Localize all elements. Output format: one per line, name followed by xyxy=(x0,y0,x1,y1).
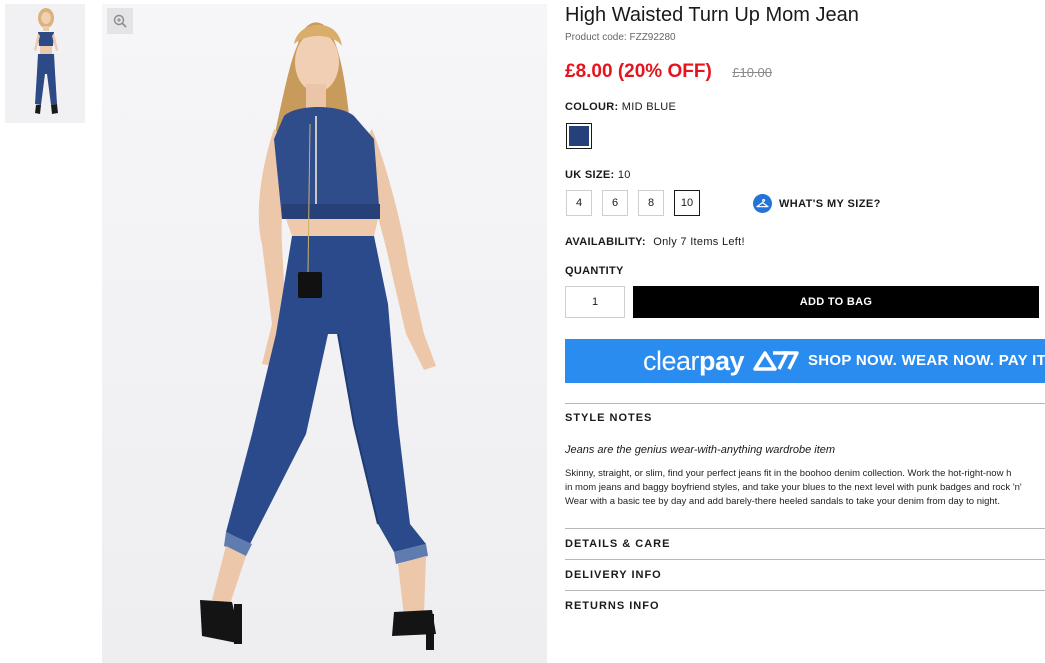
quantity-label-text: QUANTITY xyxy=(565,265,624,277)
availability-value: Only 7 Items Left! xyxy=(653,236,745,248)
colour-label: COLOUR: xyxy=(565,101,619,113)
size-line: UK SIZE: 10 xyxy=(565,169,631,181)
quantity-label: QUANTITY xyxy=(565,265,624,277)
divider xyxy=(565,590,1045,591)
product-info-panel: High Waisted Turn Up Mom Jean Product co… xyxy=(565,0,1045,663)
style-notes-line: Skinny, straight, or slim, find your per… xyxy=(565,468,1012,479)
product-title: High Waisted Turn Up Mom Jean xyxy=(565,4,859,26)
colour-value: MID BLUE xyxy=(621,101,677,113)
details-care-accordion[interactable]: DETAILS & CARE xyxy=(565,538,670,550)
sale-price: £8.00 (20% OFF) xyxy=(565,61,712,82)
style-notes-body: Skinny, straight, or slim, find your per… xyxy=(565,467,1045,509)
clearpay-logo-pay: pay xyxy=(699,346,745,376)
delivery-info-accordion[interactable]: DELIVERY INFO xyxy=(565,569,662,581)
original-price: £10.00 xyxy=(732,65,772,80)
product-main-image[interactable] xyxy=(102,4,547,663)
style-notes-subheading: Jeans are the genius wear-with-anything … xyxy=(565,444,836,456)
clearpay-tagline: SHOP NOW. WEAR NOW. PAY IT IN 4. xyxy=(808,352,1045,369)
availability-line: AVAILABILITY: Only 7 Items Left! xyxy=(565,236,745,248)
divider xyxy=(565,559,1045,560)
divider xyxy=(565,403,1045,404)
size-label: UK SIZE: xyxy=(565,169,615,181)
size-guide-label: WHAT'S MY SIZE? xyxy=(779,197,881,210)
style-notes-line: in mom jeans and baggy boyfriend styles,… xyxy=(565,482,1022,493)
style-notes-heading[interactable]: STYLE NOTES xyxy=(565,412,652,424)
zoom-button[interactable] xyxy=(107,8,133,34)
clearpay-banner[interactable]: clearpay SHOP NOW. WEAR NOW. PAY IT IN 4… xyxy=(565,339,1045,383)
clearpay-logo-clear: clear xyxy=(643,346,700,376)
size-guide-link[interactable]: WHAT'S MY SIZE? xyxy=(753,194,881,213)
model-photo xyxy=(102,4,547,663)
size-option-8[interactable]: 8 xyxy=(638,190,664,216)
style-notes-line: Wear with a basic tee by day and add bar… xyxy=(565,496,1000,507)
zoom-icon xyxy=(113,14,127,28)
size-option-6[interactable]: 6 xyxy=(602,190,628,216)
size-value: 10 xyxy=(617,169,631,181)
product-code: Product code: FZZ92280 xyxy=(565,32,676,43)
price-row: £8.00 (20% OFF) £10.00 xyxy=(565,61,772,83)
hanger-icon xyxy=(753,194,772,213)
returns-info-accordion[interactable]: RETURNS INFO xyxy=(565,600,660,612)
size-options: 4 6 8 10 xyxy=(566,190,700,216)
model-thumbnail-image xyxy=(5,4,85,123)
colour-swatch-mid-blue[interactable] xyxy=(566,123,592,149)
gallery-thumbnail[interactable] xyxy=(5,4,85,123)
size-option-10[interactable]: 10 xyxy=(674,190,700,216)
availability-label: AVAILABILITY: xyxy=(565,236,646,248)
clearpay-logo: clearpay xyxy=(643,346,745,376)
clearpay-arrows-icon xyxy=(753,351,799,371)
colour-line: COLOUR: MID BLUE xyxy=(565,101,676,113)
swatch-fill xyxy=(569,126,589,146)
divider xyxy=(565,528,1045,529)
size-option-4[interactable]: 4 xyxy=(566,190,592,216)
quantity-input[interactable] xyxy=(565,286,625,318)
add-to-bag-button[interactable]: ADD TO BAG xyxy=(633,286,1039,318)
